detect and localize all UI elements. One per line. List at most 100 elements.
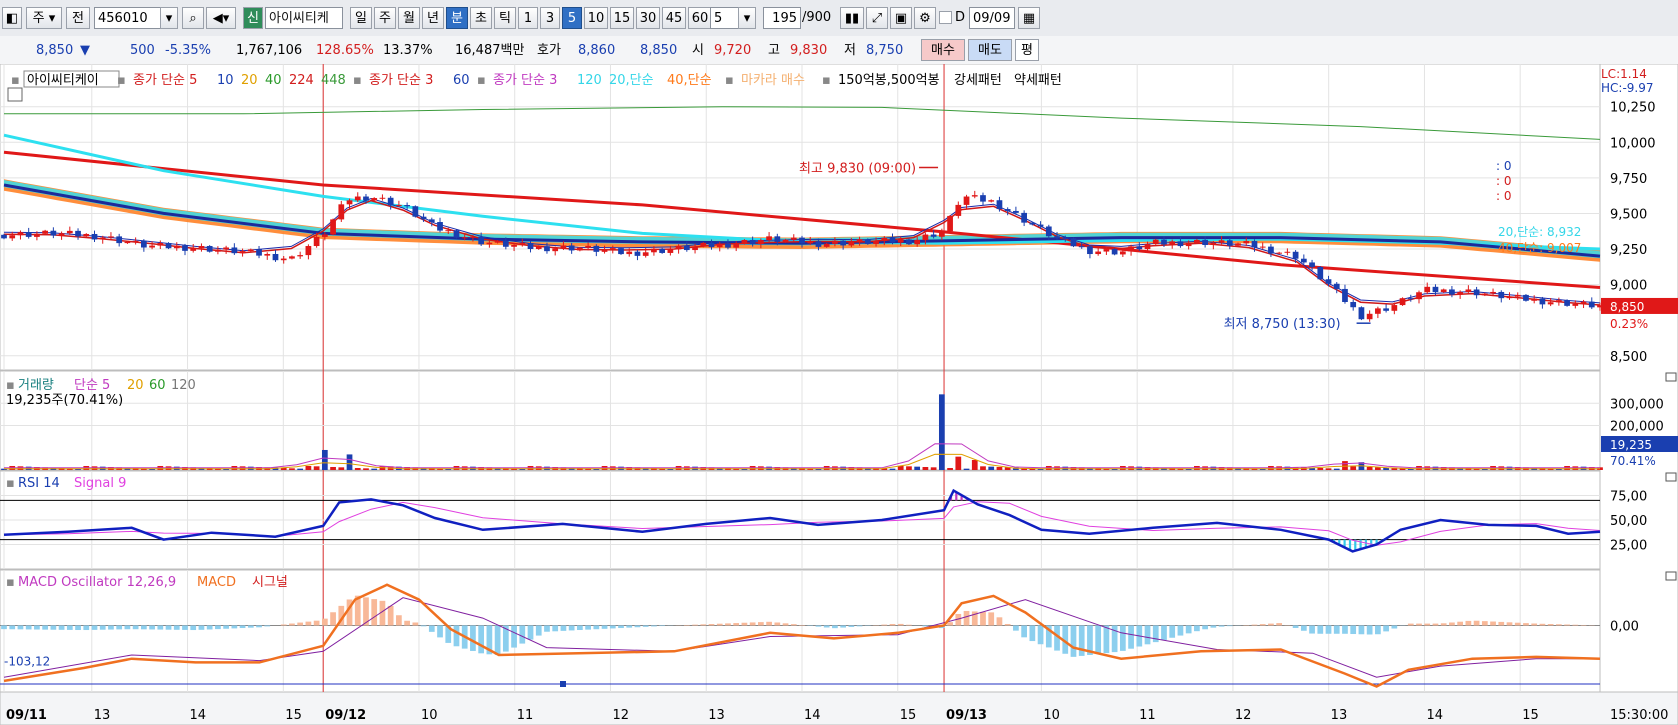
interval-dropdown-icon[interactable]: ▾ xyxy=(738,7,756,29)
macd-oscillator-bar xyxy=(99,625,106,630)
buy-button[interactable]: 매수 xyxy=(921,39,965,61)
legend-ma1-period: 448 xyxy=(321,73,346,88)
market-select[interactable]: 주 ▾ xyxy=(26,7,62,29)
candle-body xyxy=(955,204,962,216)
macd-legend-bullet: ▪ xyxy=(6,575,15,590)
legend-ma1-period: 224 xyxy=(289,73,314,88)
search-icon[interactable]: ⌕ xyxy=(182,7,204,29)
candle-body xyxy=(1514,294,1521,297)
legend-stock-name: 아이씨티케이 xyxy=(27,73,99,88)
volume-bar xyxy=(955,456,962,470)
period-3-button[interactable]: 년 xyxy=(422,7,444,29)
candle-body xyxy=(1449,289,1455,295)
layout-icon[interactable]: ◧ xyxy=(2,7,22,29)
volume-bar xyxy=(1317,467,1324,470)
gear-icon[interactable]: ⚙ xyxy=(914,7,936,29)
volume-bar xyxy=(330,466,336,470)
macd-oscillator-bar xyxy=(198,625,205,630)
count-input[interactable]: 195 xyxy=(763,7,801,29)
candle-body xyxy=(66,230,73,234)
legend-ma1-period: 10 xyxy=(217,73,234,88)
period-5-button[interactable]: 초 xyxy=(470,7,492,29)
x-tick-label: 14 xyxy=(1426,708,1443,723)
candle-body xyxy=(1070,238,1077,247)
period-2-button[interactable]: 월 xyxy=(398,7,420,29)
interval-60-button[interactable]: 60 xyxy=(688,7,712,29)
period-4-button[interactable]: 분 xyxy=(446,7,468,29)
interval-45-button[interactable]: 45 xyxy=(662,7,686,29)
period-1-button[interactable]: 주 xyxy=(374,7,396,29)
count-total: /900 xyxy=(802,10,832,25)
legend-ma20: 20,단순 xyxy=(609,73,654,88)
candle-body xyxy=(725,243,731,248)
macd-oscillator-bar xyxy=(247,625,254,628)
macd-oscillator-bar xyxy=(1317,625,1324,634)
zero-label-1: : 0 xyxy=(1496,159,1512,173)
volume-bar xyxy=(914,466,921,470)
candle-body xyxy=(1202,239,1208,245)
macd-oscillator-bar xyxy=(1202,625,1208,630)
candle-body xyxy=(132,240,139,242)
candle-body xyxy=(99,237,106,240)
high-label: 고 xyxy=(768,43,780,58)
volume-value: 1,767,106 xyxy=(236,43,303,58)
prev-button[interactable]: 전 xyxy=(66,7,90,29)
interval-30-button[interactable]: 30 xyxy=(636,7,660,29)
candle-body xyxy=(1416,292,1422,300)
macd-oscillator-bar xyxy=(832,625,838,629)
macd-oscillator-bar xyxy=(1383,625,1389,632)
line-tool-icon[interactable]: ⤢ xyxy=(866,7,888,29)
candle-body xyxy=(371,198,378,201)
macd-oscillator-bar xyxy=(66,625,73,630)
code-dropdown-icon[interactable]: ▾ xyxy=(160,7,178,29)
interval-10-button[interactable]: 10 xyxy=(584,7,608,29)
candle-body xyxy=(667,249,674,253)
volume-bar xyxy=(971,459,978,470)
candle-body xyxy=(1424,286,1431,293)
candle-icon[interactable]: ▮▮ xyxy=(840,7,864,29)
macd-oscillator-bar xyxy=(1309,625,1315,634)
macd-oscillator-bar xyxy=(124,625,131,630)
interval-15-button[interactable]: 15 xyxy=(610,7,634,29)
macd-oscillator-bar xyxy=(1177,625,1184,636)
speaker-icon[interactable]: ◀▾ xyxy=(206,7,236,29)
interval-3-button[interactable]: 3 xyxy=(540,7,560,29)
macd-oscillator-bar xyxy=(321,618,328,626)
period-0-button[interactable]: 일 xyxy=(350,7,372,29)
candle-body xyxy=(313,236,320,247)
macd-oscillator-bar xyxy=(1128,625,1134,649)
stock-name[interactable]: 아이씨티케 xyxy=(265,7,343,29)
candle-body xyxy=(914,240,921,245)
stock-chart[interactable]: 09/11 13 14 15 09/12 10 11 12 13 14 15 09/13 10 11 12 1… xyxy=(0,64,1678,725)
vol-tick-label: 200,000 xyxy=(1610,420,1664,435)
candle-body xyxy=(1498,291,1505,299)
candle-body xyxy=(1547,302,1554,305)
calendar-icon[interactable]: ▦ xyxy=(1018,7,1040,29)
macd-oscillator-bar xyxy=(544,625,550,632)
panel-collapse-icon xyxy=(1665,571,1677,581)
period-6-button[interactable]: 틱 xyxy=(494,7,516,29)
candle-body xyxy=(198,245,205,249)
candle-body xyxy=(823,243,830,247)
candle-body xyxy=(149,245,155,248)
interval-1-button[interactable]: 1 xyxy=(518,7,538,29)
candle-body xyxy=(1580,301,1587,304)
candle-body xyxy=(716,243,723,248)
macd-oscillator-bar xyxy=(453,625,460,647)
interval-5-button[interactable]: 5 xyxy=(562,7,582,29)
lc-label: LC:1.14 xyxy=(1601,67,1647,81)
macd-oscillator-bar xyxy=(289,623,295,626)
macd-oscillator-bar xyxy=(1119,625,1126,651)
date-checkbox[interactable] xyxy=(939,11,952,24)
macd-oscillator-bar xyxy=(396,615,402,626)
macd-oscillator-bar xyxy=(906,624,912,626)
candle-body xyxy=(577,247,583,251)
macd-oscillator-bar xyxy=(420,625,427,627)
change-pct: -5.35% xyxy=(165,43,211,58)
macd-oscillator-bar xyxy=(305,621,312,626)
sell-button[interactable]: 매도 xyxy=(968,39,1012,61)
save-icon[interactable]: ▣ xyxy=(890,7,912,29)
candle-body xyxy=(502,240,509,247)
date-input[interactable]: 09/09 xyxy=(969,7,1015,29)
eval-button[interactable]: 평 xyxy=(1015,39,1039,61)
